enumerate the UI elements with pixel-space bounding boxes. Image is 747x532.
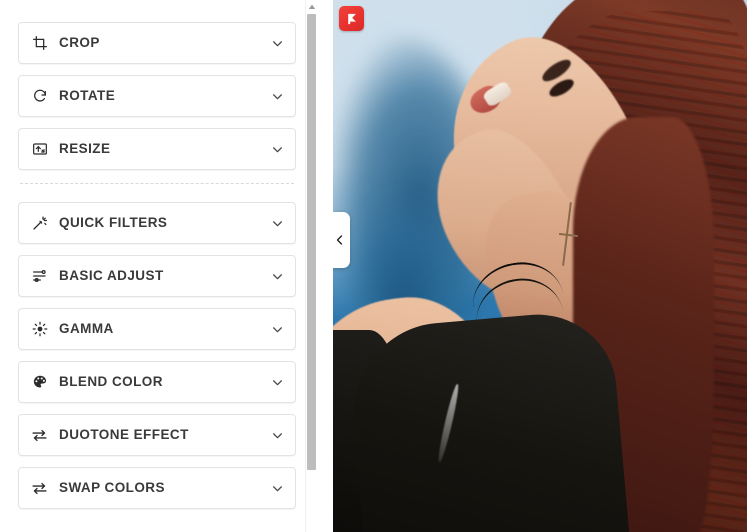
tool-accordion-blend-color[interactable]: BLEND COLOR (18, 361, 296, 403)
crop-icon (31, 35, 48, 52)
app-root: CROP ROTATE RESIZE QUICK FILTERS BASIC A… (0, 0, 747, 532)
chevron-down-icon[interactable] (270, 375, 284, 389)
tool-accordion-rotate[interactable]: ROTATE (18, 75, 296, 117)
chevron-left-icon (336, 235, 342, 245)
sidebar-scrollbar[interactable] (305, 0, 317, 532)
editor-logo[interactable] (339, 6, 364, 31)
tool-label: BASIC ADJUST (59, 268, 164, 284)
exchange-icon (31, 480, 48, 497)
resize-icon (31, 141, 48, 158)
sidebar-edge (317, 0, 333, 532)
caret-up-icon[interactable] (306, 1, 317, 12)
tool-label: QUICK FILTERS (59, 215, 168, 231)
tool-group-transform: CROP ROTATE RESIZE (18, 22, 296, 170)
tool-label: BLEND COLOR (59, 374, 163, 390)
chevron-down-icon[interactable] (270, 322, 284, 336)
tool-accordion-resize[interactable]: RESIZE (18, 128, 296, 170)
chevron-down-icon[interactable] (270, 269, 284, 283)
tool-label: CROP (59, 35, 100, 51)
chevron-down-icon[interactable] (270, 481, 284, 495)
tool-group-adjustments: QUICK FILTERS BASIC ADJUST GAMMA BLEND C… (18, 202, 296, 509)
tool-label: SWAP COLORS (59, 480, 165, 496)
tool-accordion-crop[interactable]: CROP (18, 22, 296, 64)
sun-icon (31, 321, 48, 338)
collapse-sidebar-handle[interactable] (333, 212, 350, 268)
chevron-down-icon[interactable] (270, 428, 284, 442)
edited-photo (333, 0, 747, 532)
tool-accordion-duotone-effect[interactable]: DUOTONE EFFECT (18, 414, 296, 456)
logo-flag-glyph (347, 13, 356, 24)
scrollbar-thumb[interactable] (307, 14, 316, 470)
sidebar-divider (20, 183, 294, 184)
palette-icon (31, 374, 48, 391)
tool-accordion-basic-adjust[interactable]: BASIC ADJUST (18, 255, 296, 297)
exchange-icon (31, 427, 48, 444)
tool-accordion-quick-filters[interactable]: QUICK FILTERS (18, 202, 296, 244)
tool-label: GAMMA (59, 321, 114, 337)
photo-garment (345, 308, 636, 532)
tools-sidebar: CROP ROTATE RESIZE QUICK FILTERS BASIC A… (0, 0, 333, 532)
tool-label: DUOTONE EFFECT (59, 427, 189, 443)
magic-wand-icon (31, 215, 48, 232)
tool-label: RESIZE (59, 141, 111, 157)
tool-label: ROTATE (59, 88, 116, 104)
rotate-icon (31, 88, 48, 105)
chevron-down-icon[interactable] (270, 142, 284, 156)
chevron-down-icon[interactable] (270, 89, 284, 103)
tool-accordion-gamma[interactable]: GAMMA (18, 308, 296, 350)
tool-accordion-swap-colors[interactable]: SWAP COLORS (18, 467, 296, 509)
image-canvas[interactable] (333, 0, 747, 532)
chevron-down-icon[interactable] (270, 216, 284, 230)
chevron-down-icon[interactable] (270, 36, 284, 50)
sliders-icon (31, 268, 48, 285)
tools-scroll-area: CROP ROTATE RESIZE QUICK FILTERS BASIC A… (0, 0, 316, 532)
